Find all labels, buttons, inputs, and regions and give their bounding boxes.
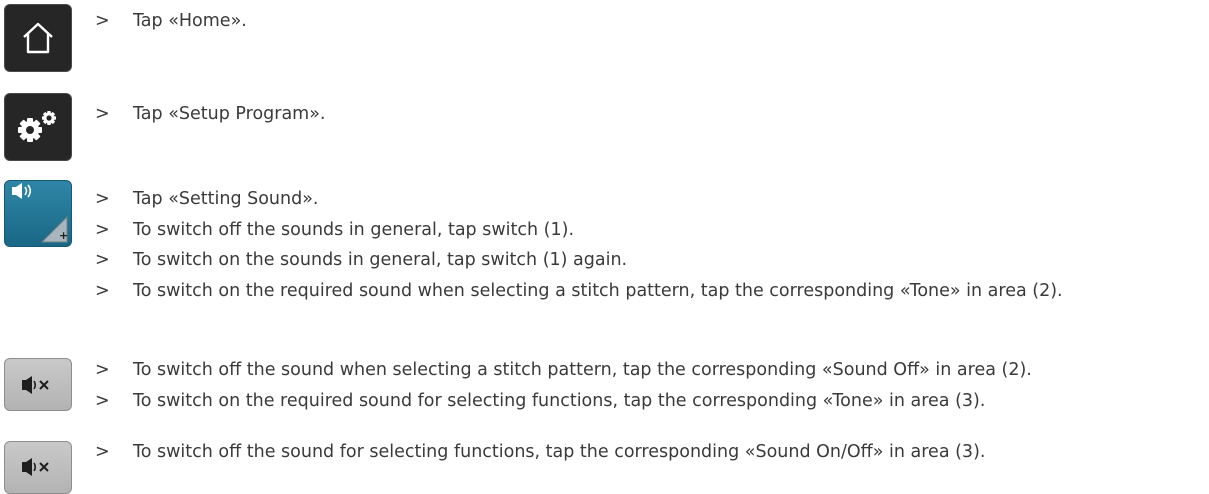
bullet-marker: >: [95, 360, 110, 380]
bullet-marker: >: [95, 391, 110, 411]
bullet-marker: >: [95, 250, 110, 270]
bullet-marker: >: [95, 442, 110, 462]
step-text: To switch on the required sound when sel…: [133, 281, 1063, 301]
svg-text:+: +: [59, 229, 68, 242]
gears-icon: [18, 111, 56, 142]
step-text: Tap «Home».: [133, 11, 247, 31]
speaker-icon: +: [12, 183, 68, 243]
sound-off-button[interactable]: [4, 358, 72, 411]
step-text: To switch off the sound when selecting a…: [133, 360, 1032, 380]
speaker-mute-icon: [22, 375, 49, 394]
speaker-mute-icon: [22, 458, 49, 476]
bullet-marker: >: [95, 281, 110, 301]
step-text: To switch on the required sound for sele…: [133, 391, 986, 411]
bullet-marker: >: [95, 220, 110, 240]
setting-sound-button[interactable]: +: [4, 180, 72, 247]
step-text: To switch on the sounds in general, tap …: [133, 250, 628, 270]
bullet-marker: >: [95, 189, 110, 209]
step-text: Tap «Setup Program».: [133, 104, 326, 124]
home-icon: [23, 22, 53, 54]
bullet-marker: >: [95, 11, 110, 31]
step-text: Tap «Setting Sound».: [133, 189, 319, 209]
step-text: To switch off the sounds in general, tap…: [133, 220, 575, 240]
bullet-marker: >: [95, 104, 110, 124]
sound-on-off-button[interactable]: [4, 441, 72, 494]
home-button[interactable]: [4, 4, 72, 72]
setup-program-button[interactable]: [4, 93, 72, 161]
step-text: To switch off the sound for selecting fu…: [133, 442, 986, 462]
